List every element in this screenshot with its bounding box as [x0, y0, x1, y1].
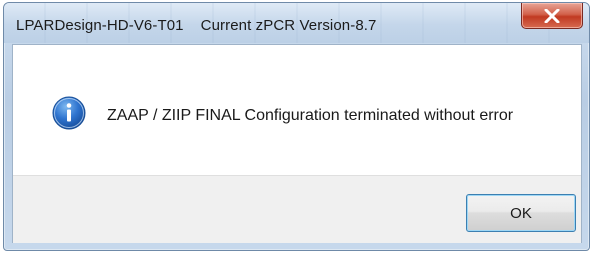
dialog-message: ZAAP / ZIIP FINAL Configuration terminat… [107, 107, 514, 124]
title-bar[interactable]: LPARDesign-HD-V6-T01 Current zPCR Versio… [4, 3, 589, 43]
info-icon [52, 96, 86, 130]
button-area: OK [13, 175, 581, 243]
dialog-client-area: ZAAP / ZIIP FINAL Configuration terminat… [12, 44, 582, 243]
message-area: ZAAP / ZIIP FINAL Configuration terminat… [13, 45, 581, 175]
close-button[interactable] [521, 3, 583, 29]
window-title: LPARDesign-HD-V6-T01 Current zPCR Versio… [16, 17, 377, 34]
message-dialog-window: LPARDesign-HD-V6-T01 Current zPCR Versio… [3, 2, 590, 251]
close-icon [544, 8, 560, 23]
ok-button[interactable]: OK [466, 194, 576, 232]
